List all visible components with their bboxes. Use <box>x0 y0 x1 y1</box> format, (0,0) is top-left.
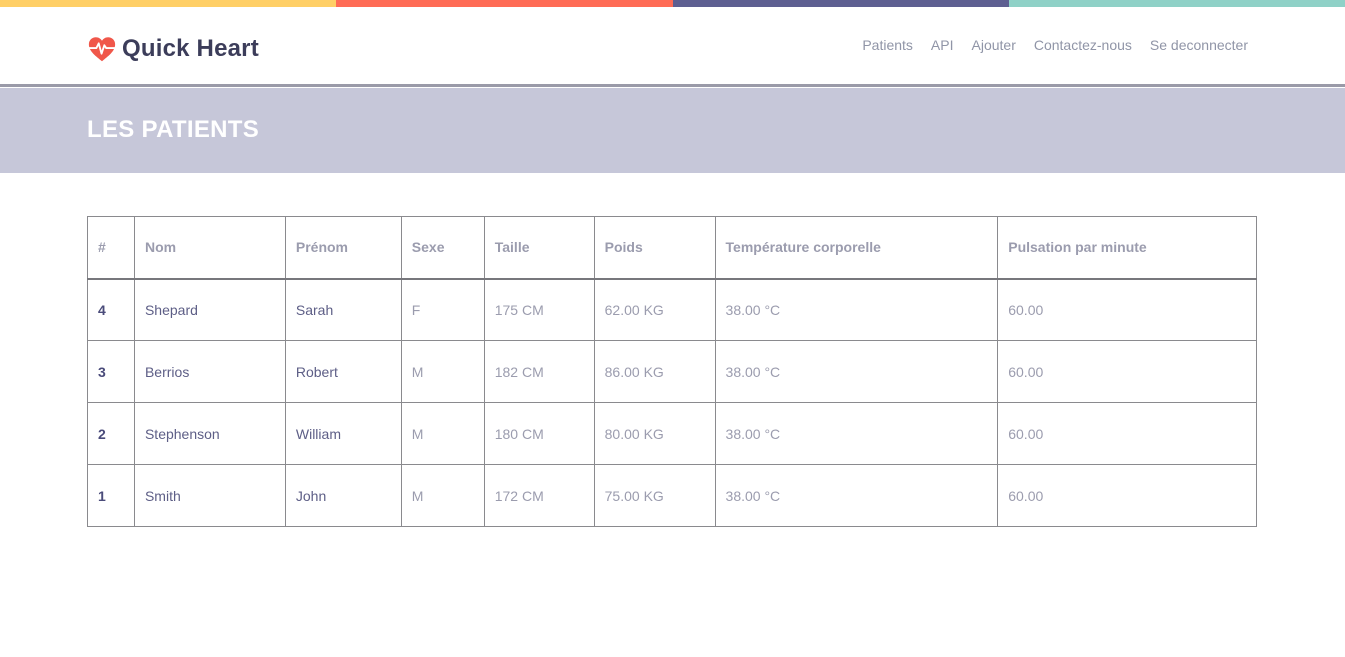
column-header-nom[interactable]: Nom <box>133 216 286 280</box>
main-nav: Patients API Ajouter Contactez-nous Se d… <box>862 37 1248 53</box>
column-header-pulsation[interactable]: Pulsation par minute <box>997 216 1257 280</box>
column-header-temperature[interactable]: Température corporelle <box>714 216 999 280</box>
column-header-poids[interactable]: Poids <box>593 216 716 280</box>
cell-id: 3 <box>87 340 135 403</box>
cell-nom: Stephenson <box>133 402 286 465</box>
cell-temperature: 38.00 °C <box>714 340 999 403</box>
cell-temperature: 38.00 °C <box>714 402 999 465</box>
cell-taille: 172 CM <box>483 464 595 527</box>
table-header: # Nom Prénom Sexe Taille Poids Températu… <box>87 216 1257 280</box>
nav-link-patients[interactable]: Patients <box>862 37 913 53</box>
cell-taille: 180 CM <box>483 402 595 465</box>
cell-temperature: 38.00 °C <box>714 464 999 527</box>
cell-sexe: M <box>400 340 485 403</box>
cell-taille: 182 CM <box>483 340 595 403</box>
cell-nom: Berrios <box>133 340 286 403</box>
cell-taille: 175 CM <box>483 278 595 341</box>
site-header: Quick Heart Patients API Ajouter Contact… <box>0 7 1345 87</box>
cell-id: 1 <box>87 464 135 527</box>
brand-logo-link[interactable]: Quick Heart <box>87 33 259 65</box>
table-row[interactable]: 3 Berrios Robert M 182 CM 86.00 KG 38.00… <box>87 340 1257 403</box>
cell-prenom: Sarah <box>284 278 402 341</box>
cell-poids: 86.00 KG <box>593 340 716 403</box>
stripe-purple <box>672 0 1009 7</box>
table-body: 4 Shepard Sarah F 175 CM 62.00 KG 38.00 … <box>87 278 1257 527</box>
table-row[interactable]: 2 Stephenson William M 180 CM 80.00 KG 3… <box>87 402 1257 465</box>
cell-pulsation: 60.00 <box>997 278 1257 341</box>
cell-pulsation: 60.00 <box>997 340 1257 403</box>
nav-link-logout[interactable]: Se deconnecter <box>1150 37 1248 53</box>
top-color-stripe <box>0 0 1345 7</box>
page-title: LES PATIENTS <box>87 116 260 143</box>
nav-link-api[interactable]: API <box>931 37 954 53</box>
cell-nom: Shepard <box>133 278 286 341</box>
cell-nom: Smith <box>133 464 286 527</box>
heart-pulse-icon <box>87 37 117 62</box>
cell-sexe: F <box>400 278 485 341</box>
cell-sexe: M <box>400 402 485 465</box>
cell-sexe: M <box>400 464 485 527</box>
cell-poids: 75.00 KG <box>593 464 716 527</box>
cell-poids: 62.00 KG <box>593 278 716 341</box>
patients-table: # Nom Prénom Sexe Taille Poids Températu… <box>87 216 1257 527</box>
cell-prenom: John <box>284 464 402 527</box>
brand-name: Quick Heart <box>122 35 259 62</box>
cell-temperature: 38.00 °C <box>714 278 999 341</box>
stripe-yellow <box>0 0 337 7</box>
column-header-sexe[interactable]: Sexe <box>400 216 485 280</box>
column-header-prenom[interactable]: Prénom <box>284 216 402 280</box>
page-title-band: LES PATIENTS <box>0 88 1345 173</box>
stripe-red <box>336 0 673 7</box>
table-row[interactable]: 4 Shepard Sarah F 175 CM 62.00 KG 38.00 … <box>87 278 1257 341</box>
table-row[interactable]: 1 Smith John M 172 CM 75.00 KG 38.00 °C … <box>87 464 1257 527</box>
stripe-teal <box>1008 0 1345 7</box>
cell-prenom: William <box>284 402 402 465</box>
cell-id: 2 <box>87 402 135 465</box>
cell-prenom: Robert <box>284 340 402 403</box>
cell-poids: 80.00 KG <box>593 402 716 465</box>
cell-pulsation: 60.00 <box>997 402 1257 465</box>
nav-link-contact[interactable]: Contactez-nous <box>1034 37 1132 53</box>
column-header-taille[interactable]: Taille <box>483 216 595 280</box>
cell-id: 4 <box>87 278 135 341</box>
nav-link-ajouter[interactable]: Ajouter <box>972 37 1016 53</box>
table-header-row: # Nom Prénom Sexe Taille Poids Températu… <box>87 216 1257 280</box>
column-header-id[interactable]: # <box>87 216 135 280</box>
cell-pulsation: 60.00 <box>997 464 1257 527</box>
